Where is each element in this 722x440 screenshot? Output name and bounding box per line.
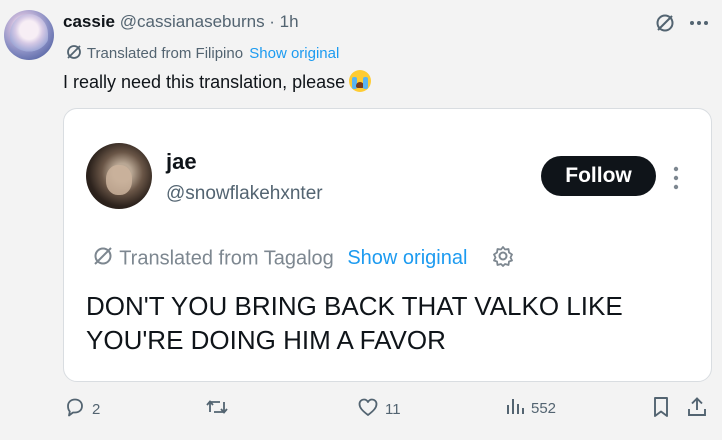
- tweet-header: cassie @cassianaseburns · 1h: [63, 12, 299, 32]
- reply-icon: [64, 396, 86, 422]
- views-count: 552: [531, 399, 557, 417]
- repost-button[interactable]: [205, 396, 235, 422]
- author-name[interactable]: cassie: [63, 12, 115, 31]
- views-icon: [505, 396, 525, 420]
- grok-icon[interactable]: [654, 12, 676, 39]
- author-handle[interactable]: @cassianaseburns: [120, 12, 265, 31]
- translate-icon: [65, 43, 83, 65]
- crying-emoji-icon: [349, 70, 372, 92]
- follow-button[interactable]: Follow: [541, 156, 656, 196]
- quoted-avatar[interactable]: [86, 143, 152, 209]
- quoted-translation-row: Translated from Tagalog Show original: [92, 244, 515, 274]
- tweet-time[interactable]: · 1h: [265, 12, 298, 31]
- quoted-author-name[interactable]: jae: [166, 149, 197, 175]
- quoted-translation-note: Translated from Tagalog: [119, 247, 334, 270]
- reply-count: 2: [92, 400, 101, 418]
- like-count: 11: [385, 400, 401, 418]
- gear-icon[interactable]: [491, 244, 515, 274]
- share-icon: [686, 396, 708, 422]
- like-button[interactable]: 11: [357, 396, 401, 422]
- show-original-link[interactable]: Show original: [249, 45, 339, 62]
- quoted-tweet-text: DON'T YOU BRING BACK THAT VALKO LIKE YOU…: [86, 291, 623, 355]
- quoted-author-handle[interactable]: @snowflakehxnter: [166, 183, 323, 205]
- translation-row: Translated from Filipino Show original: [65, 43, 339, 65]
- bookmark-button[interactable]: [652, 396, 670, 422]
- more-icon[interactable]: [688, 12, 710, 39]
- reply-button[interactable]: 2: [64, 396, 100, 422]
- quoted-tweet-card[interactable]: jae @snowflakehxnter Follow Translated f…: [63, 108, 712, 382]
- tweet-text-content: I really need this translation, please: [63, 72, 346, 92]
- translate-icon: [92, 245, 114, 273]
- share-button[interactable]: [686, 396, 708, 422]
- avatar[interactable]: [4, 10, 54, 60]
- views-button[interactable]: 552: [505, 396, 556, 420]
- quoted-show-original-link[interactable]: Show original: [347, 247, 467, 269]
- repost-icon: [205, 396, 229, 422]
- quoted-more-icon[interactable]: [670, 165, 682, 196]
- bookmark-icon: [652, 396, 670, 422]
- heart-icon: [357, 396, 379, 422]
- translation-note: Translated from Filipino: [86, 44, 244, 62]
- action-bar: 2 11 552: [0, 396, 722, 424]
- tweet-text: I really need this translation, please: [63, 70, 372, 93]
